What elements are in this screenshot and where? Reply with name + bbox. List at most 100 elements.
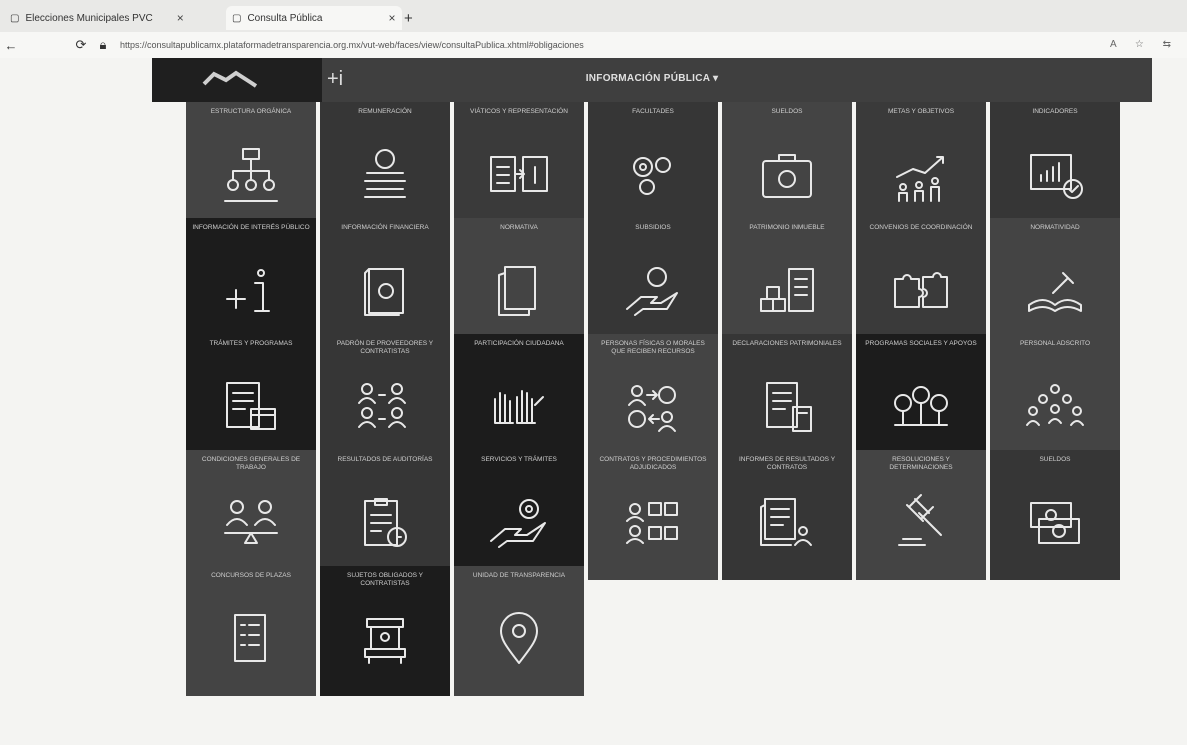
tile-auditorias[interactable]: RESULTADOS DE AUDITORÍAS — [320, 450, 450, 580]
hand-gear-icon — [490, 499, 546, 548]
tile-unidad-transparencia[interactable]: UNIDAD DE TRANSPARENCIA — [454, 566, 584, 696]
inventory-icon — [760, 268, 814, 312]
site-header: +i INFORMACIÓN PÚBLICA ▾ — [152, 58, 1152, 102]
growth-people-icon — [896, 156, 944, 202]
tile-tramites-programas[interactable]: TRÁMITES Y PROGRAMAS — [186, 334, 316, 464]
new-tab-button[interactable]: + — [398, 6, 419, 30]
tile-indicadores[interactable]: INDICADORES — [990, 102, 1120, 232]
tile-label: PROGRAMAS SOCIALES Y APOYOS — [865, 340, 977, 347]
tile-subsidios[interactable]: SUBSIDIOS — [588, 218, 718, 348]
coins-icon — [364, 149, 406, 198]
tile-servicios[interactable]: SERVICIOS Y TRÁMITES — [454, 450, 584, 580]
tile-sueldos[interactable]: SUELDOS — [722, 102, 852, 232]
tile-interes-publico[interactable]: INFORMACIÓN DE INTERÉS PÚBLICO — [186, 218, 316, 348]
indicator-chart-icon — [1030, 154, 1083, 199]
tile-label: METAS Y OBJETIVOS — [887, 108, 955, 115]
document-calculator-icon — [766, 382, 812, 432]
tile-personas-recursos[interactable]: PERSONAS FÍSICAS O MORALES QUE RECIBEN R… — [588, 334, 718, 464]
tile-label: SUJETOS OBLIGADOS Y CONTRATISTAS — [347, 572, 423, 587]
tab-label: Elecciones Municipales PVC — [25, 12, 153, 24]
tile-viaticos[interactable]: VIÁTICOS Y REPRESENTACIÓN — [454, 102, 584, 232]
balance-people-icon — [224, 500, 278, 544]
browser-tab-2[interactable]: ▢ Consulta Pública × — [226, 6, 402, 30]
tile-normativa[interactable]: NORMATIVA — [454, 218, 584, 348]
tile-label: CONVENIOS DE COORDINACIÓN — [869, 224, 973, 231]
raised-hands-icon — [494, 390, 544, 424]
header-title[interactable]: INFORMACIÓN PÚBLICA ▾ — [152, 73, 1152, 84]
browser-tab-1[interactable]: ▢ Elecciones Municipales PVC × — [4, 6, 190, 30]
tile-label: RESULTADOS DE AUDITORÍAS — [337, 456, 433, 463]
refresh-icon[interactable]: ⟳ — [70, 37, 92, 53]
crowd-icon — [1026, 384, 1084, 426]
tile-label: UNIDAD DE TRANSPARENCIA — [472, 572, 566, 579]
tile-label: CONDICIONES GENERALES DE TRABAJO — [201, 456, 301, 471]
tile-declaraciones[interactable]: DECLARACIONES PATRIMONIALES — [722, 334, 852, 464]
tile-estructura-organica[interactable]: ESTRUCTURA ORGÁNICA — [186, 102, 316, 232]
address-bar: ← ⟳ 🔒︎ https://consultapublicamx.platafo… — [0, 32, 1187, 58]
money-book-icon — [364, 268, 404, 316]
tile-label: PERSONAL ADSCRITO — [1019, 340, 1091, 347]
tile-programas-sociales[interactable]: PROGRAMAS SOCIALES Y APOYOS — [856, 334, 986, 464]
close-icon[interactable]: × — [177, 11, 184, 25]
documents-icon — [498, 266, 536, 316]
tile-label: INDICADORES — [1032, 108, 1078, 115]
reports-people-icon — [760, 498, 812, 546]
tile-label: PATRIMONIO INMUEBLE — [749, 224, 825, 231]
tile-label: ESTRUCTURA ORGÁNICA — [210, 108, 292, 115]
tile-padron-proveedores[interactable]: PADRÓN DE PROVEEDORES Y CONTRATISTAS — [320, 334, 450, 464]
tile-condiciones[interactable]: CONDICIONES GENERALES DE TRABAJO — [186, 450, 316, 580]
tile-label: PARTICIPACIÓN CIUDADANA — [474, 340, 564, 347]
briefcase-money-icon — [762, 154, 812, 198]
tile-label: SUBSIDIOS — [635, 224, 671, 231]
tile-sueldos-2[interactable]: SUELDOS — [990, 450, 1120, 580]
tile-label: SERVICIOS Y TRÁMITES — [481, 456, 557, 463]
tile-label: SUELDOS — [771, 108, 803, 115]
tile-label: PADRÓN DE PROVEEDORES Y CONTRATISTAS — [336, 340, 434, 355]
tile-remuneracion[interactable]: REMUNERACIÓN — [320, 102, 450, 232]
tile-metas[interactable]: METAS Y OBJETIVOS — [856, 102, 986, 232]
tile-label: NORMATIVIDAD — [1030, 224, 1080, 231]
tile-label: INFORMACIÓN DE INTERÉS PÚBLICO — [192, 224, 310, 231]
tile-label: INFORMACIÓN FINANCIERA — [341, 224, 429, 231]
url-field[interactable]: https://consultapublicamx.plataformadetr… — [120, 40, 584, 50]
calendar-document-icon — [226, 382, 276, 430]
tile-personal-adscrito[interactable]: PERSONAL ADSCRITO — [990, 334, 1120, 464]
tile-convenios[interactable]: CONVENIOS DE COORDINACIÓN — [856, 218, 986, 348]
tab-page-icon: ▢ — [232, 12, 242, 24]
tile-label: PERSONAS FÍSICAS O MORALES QUE RECIBEN R… — [601, 340, 705, 355]
puzzle-icon — [894, 272, 948, 308]
tile-patrimonio[interactable]: PATRIMONIO INMUEBLE — [722, 218, 852, 348]
tile-facultades[interactable]: FACULTADES — [588, 102, 718, 232]
org-chart-icon — [224, 148, 278, 202]
tile-informes[interactable]: INFORMES DE RESULTADOS Y CONTRATOS — [722, 450, 852, 580]
clipboard-clock-icon — [364, 498, 407, 547]
money-trees-icon — [894, 386, 948, 426]
close-icon[interactable]: × — [389, 11, 396, 25]
hand-coin-icon — [626, 267, 678, 316]
lock-icon: 🔒︎ — [99, 37, 107, 52]
tile-contratos[interactable]: CONTRATOS Y PROCEDIMIENTOS ADJUDICADOS — [588, 450, 718, 580]
location-pin-icon — [500, 612, 538, 664]
gavel-icon — [898, 494, 942, 546]
tile-informacion-financiera[interactable]: INFORMACIÓN FINANCIERA — [320, 218, 450, 348]
tab-label: Consulta Pública — [247, 12, 323, 24]
browser-controls-icon[interactable]: A ☆ ⇆ — [1110, 39, 1179, 50]
tile-label: SUELDOS — [1039, 456, 1071, 463]
tile-sujetos-obligados[interactable]: SUJETOS OBLIGADOS Y CONTRATISTAS — [320, 566, 450, 696]
tile-normatividad[interactable]: NORMATIVIDAD — [990, 218, 1120, 348]
tile-resoluciones[interactable]: RESOLUCIONES Y DETERMINACIONES — [856, 450, 986, 580]
law-books-icon — [1028, 272, 1082, 312]
checklist-icon — [234, 614, 266, 662]
tile-concursos[interactable]: CONCURSOS DE PLAZAS — [186, 566, 316, 696]
kiosk-icon — [364, 618, 406, 664]
tile-participacion[interactable]: PARTICIPACIÓN CIUDADANA — [454, 334, 584, 464]
tile-label: CONCURSOS DE PLAZAS — [211, 572, 291, 579]
tile-label: RESOLUCIONES Y DETERMINACIONES — [889, 456, 953, 471]
tile-label: INFORMES DE RESULTADOS Y CONTRATOS — [738, 456, 836, 471]
plus-info-icon — [226, 269, 270, 312]
back-icon[interactable]: ← — [0, 38, 22, 53]
tab-page-icon: ▢ — [10, 12, 20, 24]
tile-label: VIÁTICOS Y REPRESENTACIÓN — [470, 108, 568, 115]
tile-label: DECLARACIONES PATRIMONIALES — [732, 340, 842, 347]
gears-icon — [633, 157, 671, 195]
